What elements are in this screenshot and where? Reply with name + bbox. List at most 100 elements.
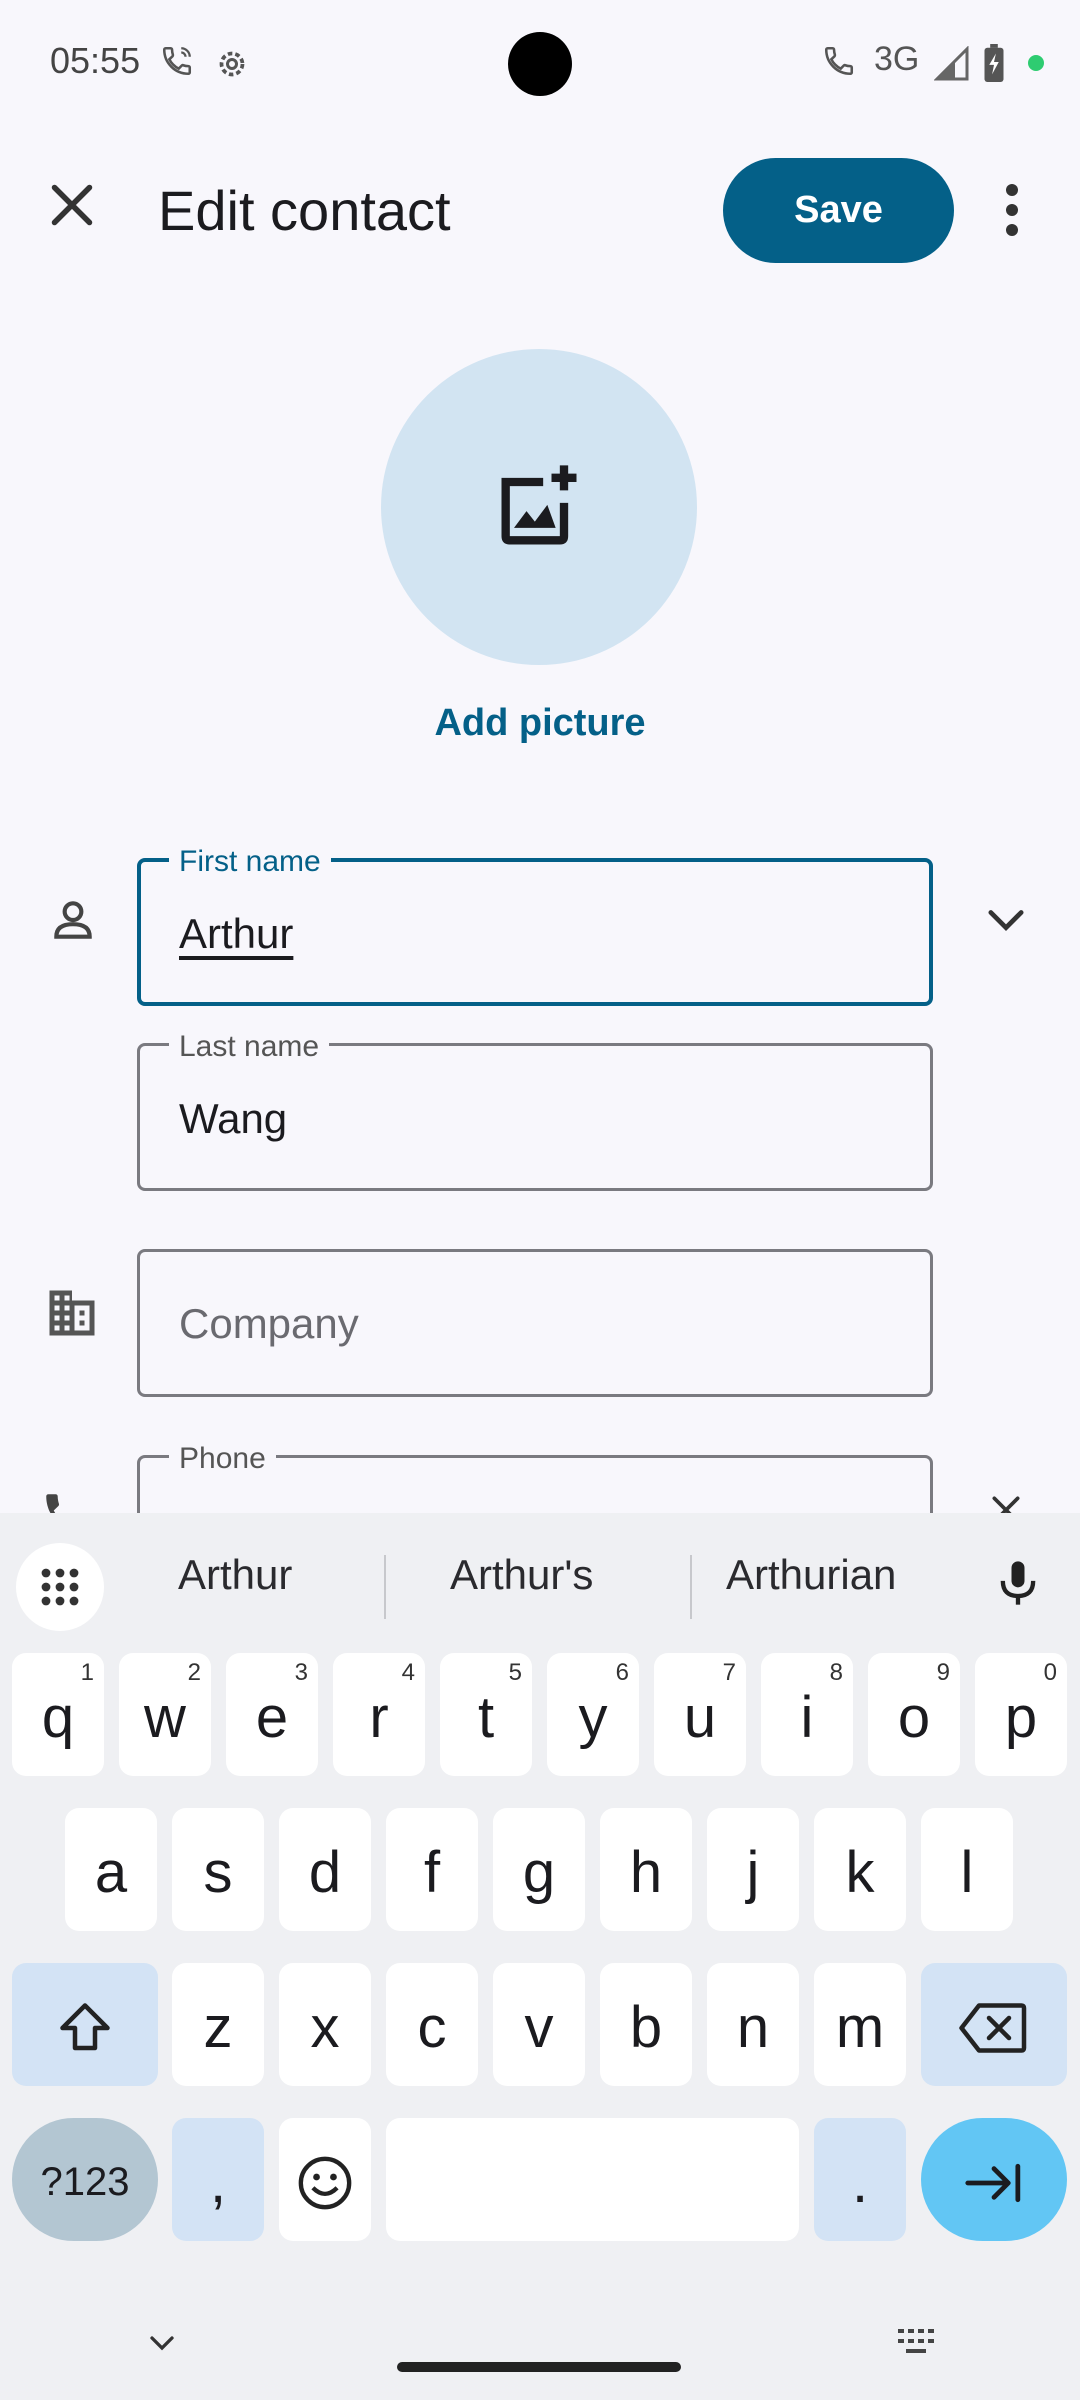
next-field-key[interactable] [921,2118,1067,2241]
microphone-icon[interactable] [992,1553,1044,1613]
key-label: v [524,1995,554,2060]
key-label: j [746,1840,760,1905]
company-input[interactable]: Company [179,1300,359,1348]
key-hint: 3 [294,1659,308,1686]
keyboard-switch-icon[interactable] [894,2323,942,2363]
add-picture-link[interactable]: Add picture [340,702,740,745]
key-hint: 6 [615,1659,629,1686]
key-d[interactable]: d [279,1808,371,1931]
key-j[interactable]: j [707,1808,799,1931]
key-label: . [851,2150,869,2215]
chevron-down-icon[interactable] [980,893,1032,945]
backspace-key[interactable] [921,1963,1067,2086]
key-label: y [578,1685,608,1750]
key-label: l [960,1840,974,1905]
key-b[interactable]: b [600,1963,692,2086]
first-name-label: First name [169,845,331,879]
key-label: i [800,1685,814,1750]
save-button[interactable]: Save [723,158,954,263]
key-label: w [144,1685,186,1750]
key-s[interactable]: s [172,1808,264,1931]
key-label: e [255,1685,289,1750]
add-photo-icon [501,465,577,545]
key-a[interactable]: a [65,1808,157,1931]
key-label: p [1004,1685,1038,1750]
key-t[interactable]: t5 [440,1653,532,1776]
key-hint: 0 [1043,1659,1057,1686]
comma-key[interactable]: , [172,2118,264,2241]
call-icon [824,46,854,76]
key-l[interactable]: l [921,1808,1013,1931]
key-label: ?123 [40,2160,130,2204]
key-y[interactable]: y6 [547,1653,639,1776]
clear-icon[interactable] [986,1490,1026,1513]
last-name-label: Last name [169,1030,330,1064]
shift-key[interactable] [12,1963,158,2086]
suggestion-3[interactable]: Arthurian [726,1551,896,1599]
active-dot [1028,55,1044,71]
key-label: x [310,1995,340,2060]
keyboard: Arthur Arthur's Arthurian q1 w2 e3 r4 t5… [0,1513,1080,2400]
key-label: a [94,1840,128,1905]
backspace-icon [959,2002,1027,2053]
avatar[interactable] [381,349,697,665]
collapse-keyboard-icon[interactable] [140,2323,184,2363]
apps-grid-button[interactable] [16,1543,104,1631]
suggestion-2[interactable]: Arthur's [450,1551,593,1599]
key-hint: 1 [80,1659,94,1686]
key-label: o [897,1685,931,1750]
key-m[interactable]: m [814,1963,906,2086]
network-type: 3G [874,40,920,78]
space-key[interactable] [386,2118,799,2241]
signal-icon [934,46,969,81]
last-name-input[interactable]: Wang [179,1095,287,1143]
key-label: q [41,1685,75,1750]
camera-cutout [508,32,572,96]
key-f[interactable]: f [386,1808,478,1931]
key-v[interactable]: v [493,1963,585,2086]
close-icon[interactable] [42,175,102,235]
suggestion-divider [384,1555,386,1619]
key-e[interactable]: e3 [226,1653,318,1776]
shift-icon [60,2002,110,2050]
key-label: f [423,1840,441,1905]
key-i[interactable]: i8 [761,1653,853,1776]
key-p[interactable]: p0 [975,1653,1067,1776]
first-name-input[interactable]: Arthur [179,910,293,958]
key-hint: 9 [936,1659,950,1686]
settings-icon [219,51,245,77]
key-label: r [369,1685,389,1750]
key-k[interactable]: k [814,1808,906,1931]
key-label: , [209,2150,227,2215]
key-h[interactable]: h [600,1808,692,1931]
status-time: 05:55 [50,40,141,81]
more-options-icon[interactable] [990,180,1034,240]
key-o[interactable]: o9 [868,1653,960,1776]
key-z[interactable]: z [172,1963,264,2086]
key-q[interactable]: q1 [12,1653,104,1776]
phone-row: Phone [0,1440,1080,1513]
key-label: u [683,1685,717,1750]
key-label: k [845,1840,875,1905]
key-hint: 7 [722,1659,736,1686]
key-c[interactable]: c [386,1963,478,2086]
key-w[interactable]: w2 [119,1653,211,1776]
key-g[interactable]: g [493,1808,585,1931]
apps-grid-icon [41,1568,79,1606]
key-label: c [417,1995,447,2060]
key-n[interactable]: n [707,1963,799,2086]
key-label: b [629,1995,663,2060]
key-x[interactable]: x [279,1963,371,2086]
emoji-icon [298,2156,352,2209]
symbols-key[interactable]: ?123 [12,2118,158,2241]
key-u[interactable]: u7 [654,1653,746,1776]
key-hint: 2 [187,1659,201,1686]
suggestion-1[interactable]: Arthur [178,1551,292,1599]
page-title: Edit contact [158,179,451,242]
gesture-nav-handle[interactable] [397,2362,681,2372]
key-label: s [203,1840,233,1905]
key-label: g [522,1840,556,1905]
emoji-key[interactable] [279,2118,371,2241]
period-key[interactable]: . [814,2118,906,2241]
key-r[interactable]: r4 [333,1653,425,1776]
